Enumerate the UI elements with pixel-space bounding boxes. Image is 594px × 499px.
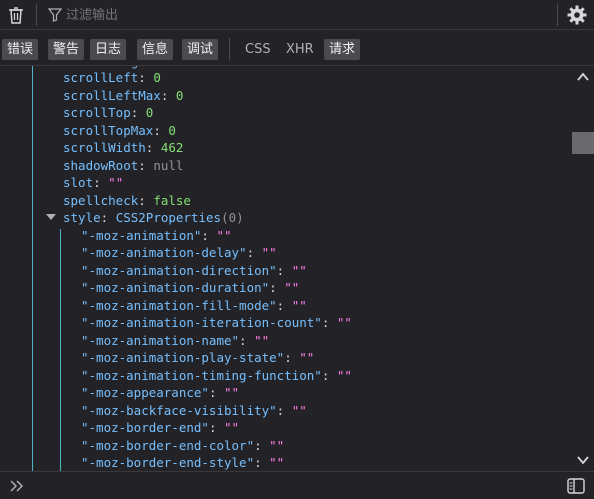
property-row[interactable]: scrollLeft: 0 [63,69,161,86]
property-value: "" [216,228,232,243]
property-key: scrollLeft [63,70,139,85]
filter-info-button[interactable]: 信息 [137,39,174,60]
property-key: "-moz-animation-fill-mode" [81,298,277,313]
style-property-row[interactable]: "-moz-animation-delay": "" [81,244,277,261]
style-property-row[interactable]: "-moz-animation-iteration-count": "" [81,314,352,331]
property-value: "" [224,420,240,435]
property-value: "" [254,333,270,348]
style-property-row[interactable]: "-moz-border-end": "" [81,419,239,436]
property-value: null [153,158,184,173]
filter-debug-button[interactable]: 调试 [182,39,219,60]
toolbar-divider [36,4,37,26]
console-output[interactable]: scrollHeight scrollLeft: 0 scrollLeftMax… [0,66,572,471]
object-type: CSS2Properties [115,210,222,225]
property-value: "" [269,438,285,453]
property-row[interactable]: scrollWidth: 462 [63,139,183,156]
property-value: "" [224,385,240,400]
property-row[interactable]: scrollTop: 0 [63,104,153,121]
tree-guide-line [32,66,33,471]
property-value: "" [291,298,307,313]
property-value: false [153,193,191,208]
property-value: "" [261,245,277,260]
property-key: "-moz-animation-direction" [81,263,277,278]
style-property-row[interactable]: "-moz-animation-play-state": "" [81,349,314,366]
property-key: "-moz-animation-timing-function" [81,368,322,383]
split-console-icon[interactable] [567,478,585,494]
style-property-row[interactable]: "-moz-border-end-color": "" [81,437,284,454]
scroll-down-arrow-icon[interactable] [577,455,589,465]
property-value: "" [269,455,285,470]
property-key: style [63,210,101,225]
style-property-row[interactable]: "-moz-animation-fill-mode": "" [81,297,307,314]
expand-twisty-icon[interactable] [46,214,56,220]
filter-errors-button[interactable]: 错误 [2,39,39,60]
style-property-row[interactable]: "-moz-border-end-style": "" [81,454,284,471]
filter-xhr-button[interactable]: XHR [281,39,319,60]
property-key: scrollTop [63,105,131,120]
filter-logs-button[interactable]: 日志 [90,39,127,60]
property-key: "-moz-animation-name" [81,333,240,348]
property-value: "" [284,280,300,295]
scrollbar-thumb[interactable] [572,132,594,154]
property-key: scrollLeftMax [63,88,161,103]
property-key: "-moz-animation-iteration-count" [81,315,322,330]
property-key: "-moz-appearance" [81,385,209,400]
property-value: "" [291,263,307,278]
property-key: scrollWidth [63,140,146,155]
style-property-row[interactable]: "-moz-animation-name": "" [81,332,269,349]
property-row[interactable]: spellcheck: false [63,192,191,209]
scroll-up-arrow-icon[interactable] [577,72,589,82]
property-value: 0 [153,70,161,85]
property-key: "-moz-border-end" [81,420,209,435]
style-property-row[interactable]: "-moz-animation": "" [81,227,232,244]
console-scrollbar[interactable] [572,66,594,471]
property-key: "-moz-animation" [81,228,202,243]
console-toolbar [0,0,594,30]
property-value: 0 [168,123,176,138]
trash-icon[interactable] [6,5,26,25]
chevron-prompt-icon [10,480,24,492]
property-value: "" [336,315,352,330]
filter-icon [48,8,62,22]
property-key: spellcheck [63,193,139,208]
property-row[interactable]: scrollTopMax: 0 [63,122,176,139]
property-row[interactable]: shadowRoot: null [63,157,183,174]
property-key: scrollTopMax [63,123,154,138]
property-row[interactable]: scrollLeftMax: 0 [63,87,183,104]
tree-guide-line [60,229,61,471]
filter-divider [229,38,230,60]
style-property-row[interactable]: "-moz-appearance": "" [81,384,239,401]
style-property-row[interactable]: "-moz-animation-timing-function": "" [81,367,352,384]
property-value: "" [108,175,124,190]
style-property-row[interactable]: "-moz-backface-visibility": "" [81,402,307,419]
toolbar-divider [557,4,558,26]
gear-icon[interactable] [566,4,588,26]
property-key: "-moz-border-end-style" [81,455,255,470]
property-key: slot [63,175,94,190]
property-key: "-moz-animation-play-state" [81,350,285,365]
property-key: "-moz-animation-delay" [81,245,247,260]
style-property-row[interactable]: "-moz-animation-direction": "" [81,262,307,279]
property-key: "-moz-backface-visibility" [81,403,277,418]
property-value: "" [336,368,352,383]
console-input-bar[interactable] [0,471,594,499]
log-level-filter-bar: 错误 警告 日志 信息 调试 CSS XHR 请求 [0,30,594,66]
filter-output-input[interactable] [66,5,536,25]
style-node-row[interactable]: style: CSS2Properties(0) [0,209,572,226]
filter-warnings-button[interactable]: 警告 [48,39,85,60]
property-row[interactable]: slot: "" [63,174,123,191]
property-key: "-moz-animation-duration" [81,280,270,295]
property-value: "" [291,403,307,418]
style-property-row[interactable]: "-moz-animation-duration": "" [81,279,299,296]
object-count: (0) [221,210,244,225]
property-value: 0 [175,88,184,103]
filter-requests-button[interactable]: 请求 [324,39,361,60]
filter-css-button[interactable]: CSS [240,39,276,60]
property-value: "" [299,350,315,365]
property-key: shadowRoot [63,158,139,173]
property-value: 0 [145,105,154,120]
property-value: 462 [160,140,184,155]
property-key: "-moz-border-end-color" [81,438,255,453]
